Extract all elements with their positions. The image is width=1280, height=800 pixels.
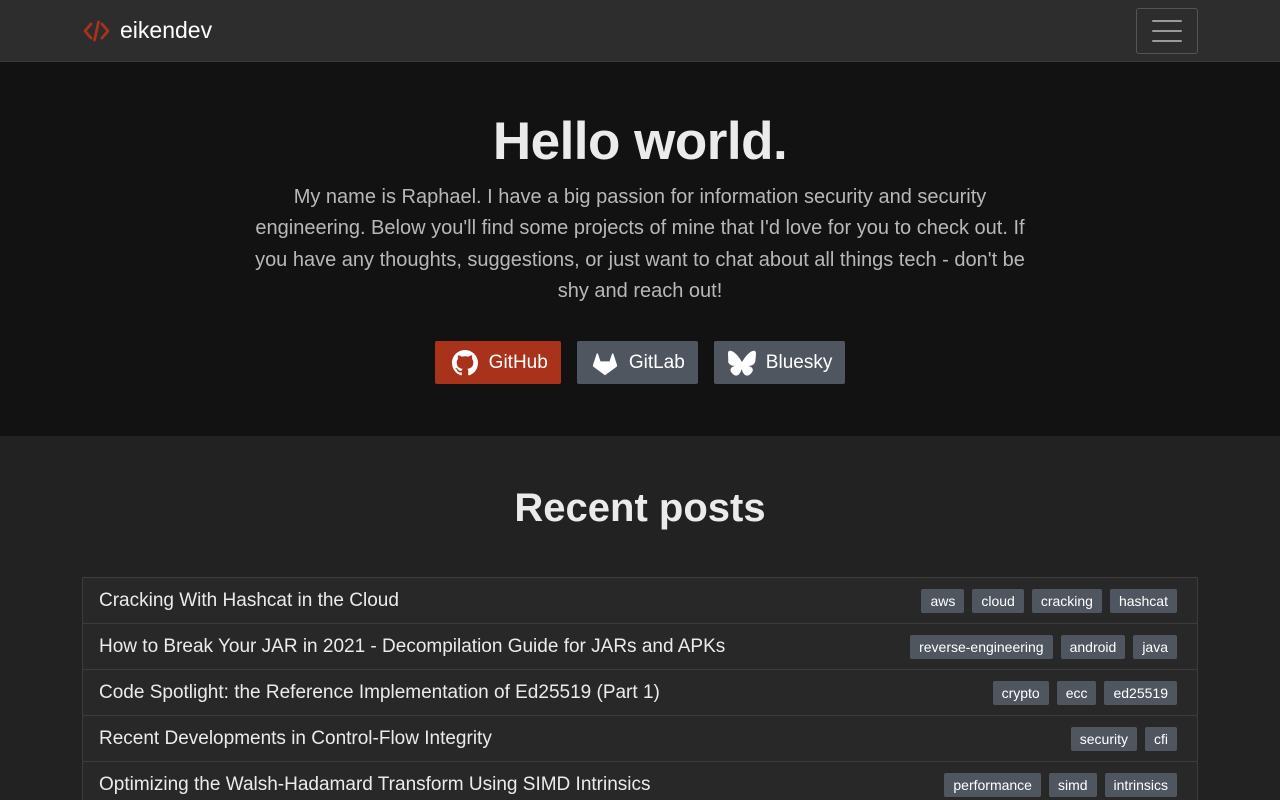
post-title-link[interactable]: How to Break Your JAR in 2021 - Decompil… <box>99 636 725 658</box>
tag-badge[interactable]: ecc <box>1056 680 1097 705</box>
tag-badge[interactable]: hashcat <box>1109 588 1177 613</box>
recent-posts-section: Recent posts Cracking With Hashcat in th… <box>0 436 1280 800</box>
hero-intro: My name is Raphael. I have a big passion… <box>255 186 1025 302</box>
social-links: GitHub GitLab Bluesky <box>0 341 1280 385</box>
tag-badge[interactable]: cloud <box>972 588 1024 613</box>
tag-badge[interactable]: reverse-engineering <box>910 634 1053 659</box>
list-item: Code Spotlight: the Reference Implementa… <box>83 670 1197 716</box>
list-item: Recent Developments in Control-Flow Inte… <box>83 716 1197 762</box>
navbar: eikendev <box>0 0 1280 62</box>
tag-list: performance simd intrinsics <box>944 772 1177 797</box>
post-title-link[interactable]: Cracking With Hashcat in the Cloud <box>99 590 399 612</box>
recent-posts-heading: Recent posts <box>514 486 766 530</box>
tag-badge[interactable]: aws <box>921 588 965 613</box>
tag-badge[interactable]: ed25519 <box>1104 680 1177 705</box>
tag-badge[interactable]: cfi <box>1145 726 1177 751</box>
tag-badge[interactable]: security <box>1070 726 1137 751</box>
gitlab-icon <box>592 353 617 375</box>
gitlab-label: GitLab <box>628 351 685 373</box>
post-list: Cracking With Hashcat in the Cloud aws c… <box>82 577 1198 800</box>
github-icon <box>451 349 478 376</box>
tag-badge[interactable]: java <box>1133 634 1177 659</box>
gitlab-button[interactable]: GitLab <box>576 341 698 385</box>
github-label: GitHub <box>488 351 548 373</box>
tag-badge[interactable]: cracking <box>1031 588 1102 613</box>
list-item: How to Break Your JAR in 2021 - Decompil… <box>83 624 1197 670</box>
tag-badge[interactable]: intrinsics <box>1104 772 1177 797</box>
bluesky-label: Bluesky <box>765 351 833 373</box>
tag-list: aws cloud cracking hashcat <box>921 588 1177 613</box>
hero-section: Hello world. My name is Raphael. I have … <box>0 62 1280 436</box>
menu-toggle-button[interactable] <box>1136 8 1198 54</box>
tag-badge[interactable]: crypto <box>992 680 1049 705</box>
hamburger-icon <box>1152 40 1182 42</box>
brand-link[interactable]: eikendev <box>83 17 212 44</box>
post-title-link[interactable]: Code Spotlight: the Reference Implementa… <box>99 682 660 704</box>
bluesky-button[interactable]: Bluesky <box>713 341 846 385</box>
github-button[interactable]: GitHub <box>434 341 561 385</box>
post-title-link[interactable]: Optimizing the Walsh-Hadamard Transform … <box>99 774 651 796</box>
tag-list: crypto ecc ed25519 <box>992 680 1177 705</box>
code-icon <box>83 20 110 41</box>
tag-badge[interactable]: android <box>1060 634 1126 659</box>
hamburger-icon <box>1152 30 1182 32</box>
hamburger-icon <box>1152 20 1182 22</box>
list-item: Cracking With Hashcat in the Cloud aws c… <box>83 578 1197 624</box>
tag-list: reverse-engineering android java <box>910 634 1177 659</box>
hero-title: Hello world. <box>492 112 788 171</box>
brand-name: eikendev <box>120 17 213 43</box>
tag-badge[interactable]: performance <box>944 772 1041 797</box>
bluesky-icon <box>727 350 756 376</box>
list-item: Optimizing the Walsh-Hadamard Transform … <box>83 762 1197 800</box>
tag-list: security cfi <box>1070 726 1177 751</box>
post-title-link[interactable]: Recent Developments in Control-Flow Inte… <box>99 728 492 750</box>
tag-badge[interactable]: simd <box>1048 772 1097 797</box>
